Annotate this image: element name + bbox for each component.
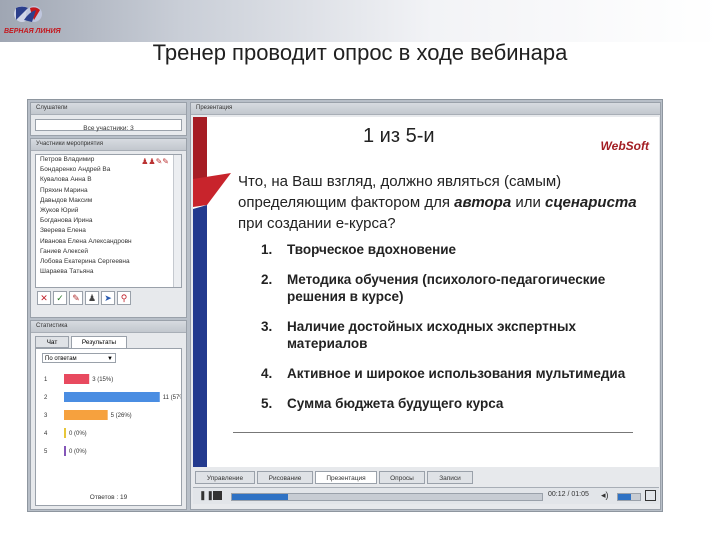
pin-icon[interactable]: ⚲: [117, 291, 131, 305]
volume-fill: [618, 494, 632, 500]
option-text: Сумма бюджета будущего курса: [287, 396, 504, 411]
participant-actions-icons[interactable]: ♟♟✎✎: [141, 157, 169, 166]
progress-track[interactable]: [231, 493, 543, 501]
participants-panel: Участники мероприятия Петров Владимир Бон…: [30, 138, 187, 318]
participant-item[interactable]: Иванова Елена Александровн: [36, 237, 181, 247]
listeners-count: Все участники: 3: [83, 125, 134, 132]
participant-item[interactable]: Давыдов Максим: [36, 196, 181, 206]
bar-label: 0 (0%): [69, 449, 87, 455]
question-text: или: [511, 194, 546, 211]
bar-number: 2: [44, 395, 48, 401]
poll-option: 3. Наличие достойных исходных экспертных …: [261, 318, 641, 352]
results-select-value: По ответам: [45, 356, 77, 362]
presentation-tab[interactable]: Опросы: [379, 471, 425, 484]
fullscreen-icon[interactable]: [645, 490, 656, 501]
poll-panel: Статистика Чат Результаты По ответам ▼ 1…: [30, 320, 187, 510]
progress-fill: [232, 494, 288, 500]
poll-title: Статистика: [31, 321, 186, 333]
bar-number: 1: [44, 377, 48, 383]
webinar-window: Слушатели Все участники: 3 Участники мер…: [27, 99, 663, 512]
bar-label: 0 (0%): [69, 431, 87, 437]
time-display: 00:12 / 01:05: [548, 491, 589, 498]
pause-icon[interactable]: ❚❚: [199, 490, 214, 501]
participants-list[interactable]: Петров Владимир Бондаренко Андрей Ва Кувал…: [35, 154, 182, 288]
person-icon[interactable]: ♟: [85, 291, 99, 305]
results-select[interactable]: По ответам ▼: [42, 353, 116, 363]
slide-counter: 1 из 5-и: [363, 125, 435, 147]
logo-text: ВЕРНАЯ ЛИНИЯ: [4, 28, 61, 35]
presentation-tabs: Управление Рисование Презентация Опросы Запи…: [193, 471, 659, 485]
participant-item[interactable]: Зверева Елена: [36, 226, 181, 236]
question-text: при создании е-курса?: [238, 215, 396, 232]
volume-icon[interactable]: ◂): [601, 490, 609, 501]
presentation-tab[interactable]: Управление: [195, 471, 255, 484]
poll-option: 1. Творческое вдохновение: [261, 241, 641, 258]
header-band: [0, 0, 720, 42]
presentation-tab[interactable]: Записи: [427, 471, 473, 484]
option-text: Активное и широкое использования мультим…: [287, 366, 626, 381]
option-number: 3.: [261, 319, 273, 334]
poll-options: 1. Творческое вдохновение 2. Методика обуче…: [261, 241, 641, 425]
poll-question: Что, на Ваш взгляд, должно являться (сам…: [238, 171, 638, 234]
result-bar: [64, 446, 66, 456]
listeners-title: Слушатели: [31, 103, 186, 115]
player-bar: ❚❚ 00:12 / 01:05 ◂): [193, 487, 659, 504]
bar-number: 3: [44, 413, 48, 419]
bar-label: 3 (15%): [92, 377, 113, 383]
participant-item[interactable]: Бондаренко Андрей Ва: [36, 165, 181, 175]
listeners-panel: Слушатели Все участники: 3: [30, 102, 187, 136]
bar-number: 5: [44, 449, 48, 455]
results-chart: 1 3 (15%) 2 11 (57%) 3 5 (26%) 4 0 (0%) 5 0 (0%): [44, 374, 181, 456]
participant-item[interactable]: Пряхин Марина: [36, 186, 181, 196]
tab-chat[interactable]: Чат: [35, 336, 69, 348]
results-area: По ответам ▼ 1 3 (15%) 2 11 (57%) 3 5 (26%) 4 0…: [35, 348, 182, 506]
question-emphasis: сценариста: [545, 194, 637, 211]
option-text: Методика обучения (психолого-педагогичес…: [287, 272, 606, 304]
poll-option: 4. Активное и широкое использования мульт…: [261, 365, 641, 382]
option-text: Наличие достойных исходных экспертных ма…: [287, 319, 577, 351]
result-bar: [64, 374, 90, 384]
result-bar: [64, 392, 160, 402]
chevron-down-icon: ▼: [107, 356, 113, 362]
participants-title: Участники мероприятия: [31, 139, 186, 151]
result-bar: [64, 410, 108, 420]
scrollbar[interactable]: [173, 155, 181, 287]
participant-item[interactable]: Лобова Екатерина Сергеевна: [36, 257, 181, 267]
option-number: 2.: [261, 272, 273, 287]
pen-icon[interactable]: ✎: [69, 291, 83, 305]
close-icon[interactable]: ✕: [37, 291, 51, 305]
divider: [233, 432, 633, 433]
stop-icon[interactable]: [213, 491, 222, 500]
volume-slider[interactable]: [617, 493, 641, 501]
poll-option: 2. Методика обучения (психолого-педагогич…: [261, 271, 641, 305]
listeners-count-box: Все участники: 3: [35, 119, 182, 132]
bar-label: 5 (26%): [111, 413, 132, 419]
answers-count: Ответов : 19: [89, 494, 128, 501]
option-number: 4.: [261, 366, 273, 381]
arrow-icon[interactable]: ➤: [101, 291, 115, 305]
bar-number: 4: [44, 431, 48, 437]
slide-title: Тренер проводит опрос в ходе вебинара: [152, 40, 568, 65]
question-emphasis: автора: [454, 194, 512, 211]
participant-item[interactable]: Богданова Ирина: [36, 216, 181, 226]
participant-item[interactable]: Жуков Юрий: [36, 206, 181, 216]
participant-item[interactable]: Кувалова Анна В: [36, 175, 181, 185]
result-bar: [64, 428, 66, 438]
option-number: 1.: [261, 242, 273, 257]
check-icon[interactable]: ✓: [53, 291, 67, 305]
websoft-logo: WebSoft: [600, 139, 649, 153]
option-number: 5.: [261, 396, 273, 411]
slide: 1 из 5-и WebSoft Что, на Ваш взгляд, дол…: [193, 117, 659, 467]
participant-item[interactable]: Ганиев Алексей: [36, 247, 181, 257]
tab-results[interactable]: Результаты: [71, 336, 127, 348]
presentation-title: Презентация: [191, 103, 660, 115]
bar-label: 11 (57%): [163, 395, 181, 401]
presentation-tab[interactable]: Рисование: [257, 471, 313, 484]
logo: ВЕРНАЯ ЛИНИЯ: [4, 2, 62, 40]
participant-item[interactable]: Шараева Татьяна: [36, 267, 181, 277]
poll-option: 5. Сумма бюджета будущего курса: [261, 395, 641, 412]
option-text: Творческое вдохновение: [287, 242, 457, 257]
presentation-tab[interactable]: Презентация: [315, 471, 377, 484]
